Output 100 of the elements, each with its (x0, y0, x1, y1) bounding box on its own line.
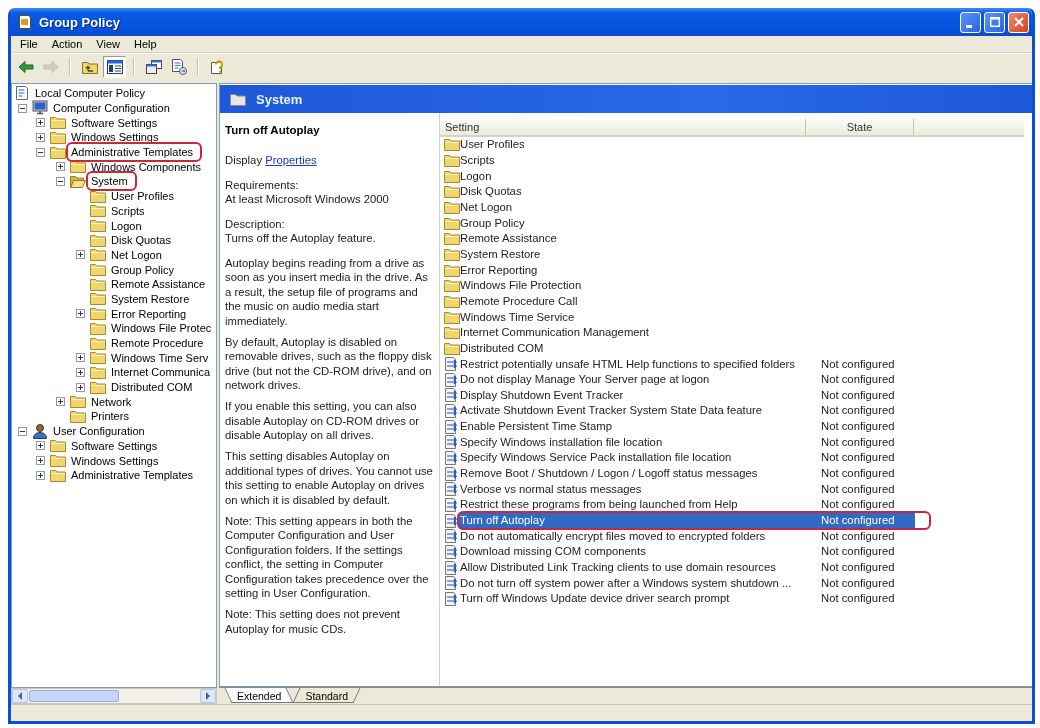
column-header[interactable]: State (806, 119, 914, 135)
setting-name[interactable]: Download missing COM components (459, 544, 807, 560)
tree-item[interactable]: Computer Configuration (52, 101, 171, 116)
tree-item[interactable]: Software Settings (70, 115, 159, 130)
tree-item[interactable]: Software Settings (70, 438, 159, 453)
expand-icon[interactable] (75, 367, 85, 377)
setting-name[interactable]: Windows Time Service (459, 309, 807, 325)
properties-link[interactable]: Properties (265, 154, 317, 166)
expand-icon[interactable] (55, 162, 65, 172)
setting-name[interactable]: Remote Assistance (459, 231, 807, 247)
setting-name[interactable]: Error Reporting (459, 262, 807, 278)
setting-name[interactable]: User Profiles (459, 137, 807, 153)
tree-item[interactable]: Scripts (110, 203, 146, 218)
setting-name[interactable]: Specify Windows Service Pack installation file location (459, 450, 807, 466)
setting-name[interactable]: Enable Persistent Time Stamp (459, 419, 807, 435)
setting-name[interactable]: Allow Distributed Link Tracking clients to use domain resources (459, 560, 807, 576)
collapse-icon[interactable] (17, 426, 27, 436)
menu-item[interactable]: View (89, 36, 127, 52)
tree-item[interactable]: Remote Assistance (110, 277, 207, 292)
menu-item[interactable]: Help (126, 36, 164, 52)
expand-icon[interactable] (75, 309, 85, 319)
expand-icon[interactable] (75, 250, 85, 260)
expand-icon[interactable] (75, 382, 85, 392)
tree-item[interactable]: Printers (90, 409, 130, 424)
setting-name[interactable]: Turn off Windows Update device driver search prompt (459, 591, 807, 607)
tree-item[interactable]: Logon (110, 218, 143, 233)
setting-name[interactable]: Restrict these programs from being launched from Help (459, 497, 807, 513)
tree-item[interactable]: Net Logon (110, 247, 163, 262)
setting-name[interactable]: Activate Shutdown Event Tracker System State Data feature (459, 403, 807, 419)
document-icon (444, 419, 458, 434)
column-header[interactable]: Setting (440, 119, 806, 135)
setting-name[interactable]: System Restore (459, 246, 807, 262)
tree-item[interactable]: Administrative Templates (70, 145, 195, 160)
setting-name[interactable]: Distributed COM (459, 340, 807, 356)
tree-item[interactable]: Distributed COM (110, 380, 194, 395)
scroll-left-button[interactable] (12, 689, 28, 703)
tree-item[interactable]: Windows Settings (70, 130, 160, 145)
tree-item[interactable]: Windows Components (90, 159, 203, 174)
tree-item[interactable]: Local Computer Policy (34, 86, 147, 101)
setting-name[interactable]: Disk Quotas (459, 184, 807, 200)
document-icon (444, 388, 458, 403)
setting-name[interactable]: Windows File Protection (459, 278, 807, 294)
expand-icon[interactable] (35, 118, 45, 128)
setting-state: Not configured (820, 575, 896, 591)
scroll-thumb[interactable] (29, 690, 119, 702)
scroll-right-button[interactable] (200, 689, 216, 703)
maximize-button[interactable] (984, 11, 1005, 33)
tree-item[interactable]: Group Policy (110, 262, 175, 277)
description-label: Description: (225, 216, 286, 231)
setting-name[interactable]: Internet Communication Management (459, 325, 807, 341)
tree-item[interactable]: Windows File Protec (110, 321, 213, 336)
setting-name[interactable]: Verbose vs normal status messages (459, 481, 807, 497)
tree-item[interactable]: Network (90, 394, 133, 409)
collapse-icon[interactable] (17, 103, 27, 113)
setting-name[interactable]: Turn off Autoplay (459, 513, 807, 529)
menu-item[interactable]: Action (44, 36, 90, 52)
expand-icon[interactable] (35, 132, 45, 142)
document-icon (444, 591, 458, 606)
view-tab[interactable]: Standard (293, 688, 360, 703)
setting-name[interactable]: Do not turn off system power after a Windows system shutdown ... (459, 575, 807, 591)
tree-item[interactable]: User Configuration (52, 424, 146, 439)
setting-name[interactable]: Remove Boot / Shutdown / Logon / Logoff status messages (459, 466, 807, 482)
setting-name[interactable]: Do not automatically encrypt files moved to encrypted folders (459, 528, 807, 544)
tree-item[interactable]: Error Reporting (110, 306, 188, 321)
setting-name[interactable]: Restrict potentially unsafe HTML Help functions to specified folders (459, 356, 807, 372)
view-tab[interactable]: Extended (225, 688, 294, 703)
tree-item[interactable]: Administrative Templates (70, 468, 195, 483)
minimize-button[interactable] (960, 11, 981, 33)
horizontal-scrollbar[interactable] (11, 688, 217, 704)
collapse-icon[interactable] (35, 147, 45, 157)
setting-state: Not configured (820, 434, 896, 450)
collapse-icon[interactable] (55, 176, 65, 186)
setting-name[interactable]: Do not display Manage Your Server page at logon (459, 372, 807, 388)
tree-item[interactable]: System (90, 174, 129, 189)
setting-name[interactable]: Logon (459, 168, 807, 184)
expand-icon[interactable] (35, 441, 45, 451)
setting-state: Not configured (820, 450, 896, 466)
close-button[interactable] (1008, 11, 1029, 33)
toolbar-button[interactable] (103, 55, 126, 78)
tree-item[interactable]: Remote Procedure (110, 336, 205, 351)
document-icon (444, 450, 458, 465)
setting-name[interactable]: Specify Windows installation file location (459, 434, 807, 450)
tree-item[interactable]: Disk Quotas (110, 233, 172, 248)
expand-icon[interactable] (35, 470, 45, 480)
tree-item[interactable]: Windows Settings (70, 453, 160, 468)
setting-name[interactable]: Display Shutdown Event Tracker (459, 387, 807, 403)
description-paragraph: If you enable this setting, you can also disable Autoplay on CD-ROM drives or disable Autoplay on all drives. (225, 399, 420, 443)
setting-name[interactable]: Scripts (459, 153, 807, 168)
expand-icon[interactable] (75, 353, 85, 363)
expand-icon[interactable] (55, 397, 65, 407)
tree-item[interactable]: User Profiles (110, 189, 175, 204)
expand-icon[interactable] (35, 456, 45, 466)
tree-item[interactable]: System Restore (110, 291, 191, 306)
menu-item[interactable]: File (13, 36, 45, 52)
folder-icon (230, 92, 246, 106)
tree-item[interactable]: Internet Communica (110, 365, 212, 380)
tree-item[interactable]: Windows Time Serv (110, 350, 210, 365)
setting-name[interactable]: Remote Procedure Call (459, 293, 807, 309)
setting-name[interactable]: Group Policy (459, 215, 807, 231)
setting-name[interactable]: Net Logon (459, 199, 807, 215)
